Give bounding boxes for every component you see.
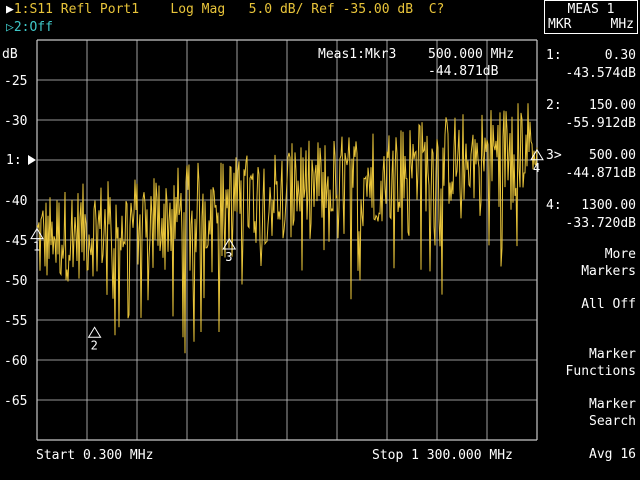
- start-frequency[interactable]: Start 0.300 MHz: [36, 448, 153, 463]
- marker-4-id-label: 4: [533, 161, 540, 175]
- mkr-column-label: MKR: [548, 17, 572, 32]
- marker-1-freq[interactable]: 0.30: [605, 48, 636, 63]
- marker-3-value: -44.871dB: [565, 166, 636, 181]
- marker-readout-value: -44.871dB: [428, 64, 499, 79]
- marker-1-value: -43.574dB: [565, 66, 636, 81]
- y-tick-label: -65: [4, 394, 27, 409]
- marker-search-line2: Search: [589, 414, 636, 429]
- more-markers-line1: More: [604, 247, 636, 262]
- more-markers-softkey[interactable]: More Markers: [581, 246, 636, 280]
- marker-4-value: -33.720dB: [565, 216, 636, 231]
- y-tick-label: -60: [4, 354, 27, 369]
- all-off-softkey[interactable]: All Off: [581, 296, 636, 313]
- trace-plot[interactable]: -25 -30 -40 -45 -50 -55 -60 -65 1 2 3 4 dB Meas1:M…: [0, 0, 640, 480]
- marker-4-freq[interactable]: 1300.00: [581, 198, 636, 213]
- y-tick-label: -30: [4, 114, 27, 129]
- marker-2-freq[interactable]: 150.00: [589, 98, 636, 113]
- y-unit-label: dB: [2, 47, 18, 62]
- more-markers-line2: Markers: [581, 264, 636, 279]
- y-tick-label: -55: [4, 314, 27, 329]
- y-tick-label: -50: [4, 274, 27, 289]
- marker-3-id-label: 3: [225, 250, 232, 264]
- all-off-label: All Off: [581, 297, 636, 312]
- y-axis-labels: -25 -30 -40 -45 -50 -55 -60 -65: [4, 74, 27, 409]
- avg-label: Avg 16: [589, 447, 636, 462]
- ref-level-arrow-icon: [28, 155, 36, 165]
- marker-1-id-label: 1: [33, 240, 40, 254]
- meas-marker-box: MEAS 1 MKR MHz: [544, 0, 638, 34]
- marker-2-triangle-icon: [87, 326, 102, 338]
- marker-3-label: 3>: [546, 148, 562, 163]
- stop-frequency[interactable]: Stop 1 300.000 MHz: [372, 448, 513, 463]
- marker-search-line1: Marker: [589, 397, 636, 412]
- marker-functions-softkey[interactable]: Marker Functions: [566, 346, 636, 380]
- marker-3-freq[interactable]: 500.00: [589, 148, 636, 163]
- y-tick-label: -25: [4, 74, 27, 89]
- y-tick-label: -40: [4, 194, 27, 209]
- avg-status: Avg 16: [589, 446, 636, 463]
- y-tick-label: -45: [4, 234, 27, 249]
- graticule: [36, 39, 538, 441]
- marker-search-softkey[interactable]: Marker Search: [589, 396, 636, 430]
- marker-1-label: 1:: [546, 48, 562, 63]
- marker-2-value: -55.912dB: [565, 116, 636, 131]
- marker-4-label: 4:: [546, 198, 562, 213]
- mhz-column-label: MHz: [610, 17, 634, 32]
- analyzer-screen: ▶1:S11 Refl Port1 Log Mag 5.0 dB/ Ref -3…: [0, 0, 640, 480]
- marker-functions-line2: Functions: [565, 364, 636, 379]
- marker-readout-title: Meas1:Mkr3: [318, 47, 396, 62]
- ref-marker-label: 1:: [6, 153, 22, 168]
- marker-readout-freq: 500.000 MHz: [428, 47, 514, 62]
- marker-2-label: 2:: [546, 98, 562, 113]
- meas-box-title: MEAS 1: [567, 2, 615, 17]
- marker-functions-line1: Marker: [589, 347, 636, 362]
- marker-2-id-label: 2: [91, 338, 98, 352]
